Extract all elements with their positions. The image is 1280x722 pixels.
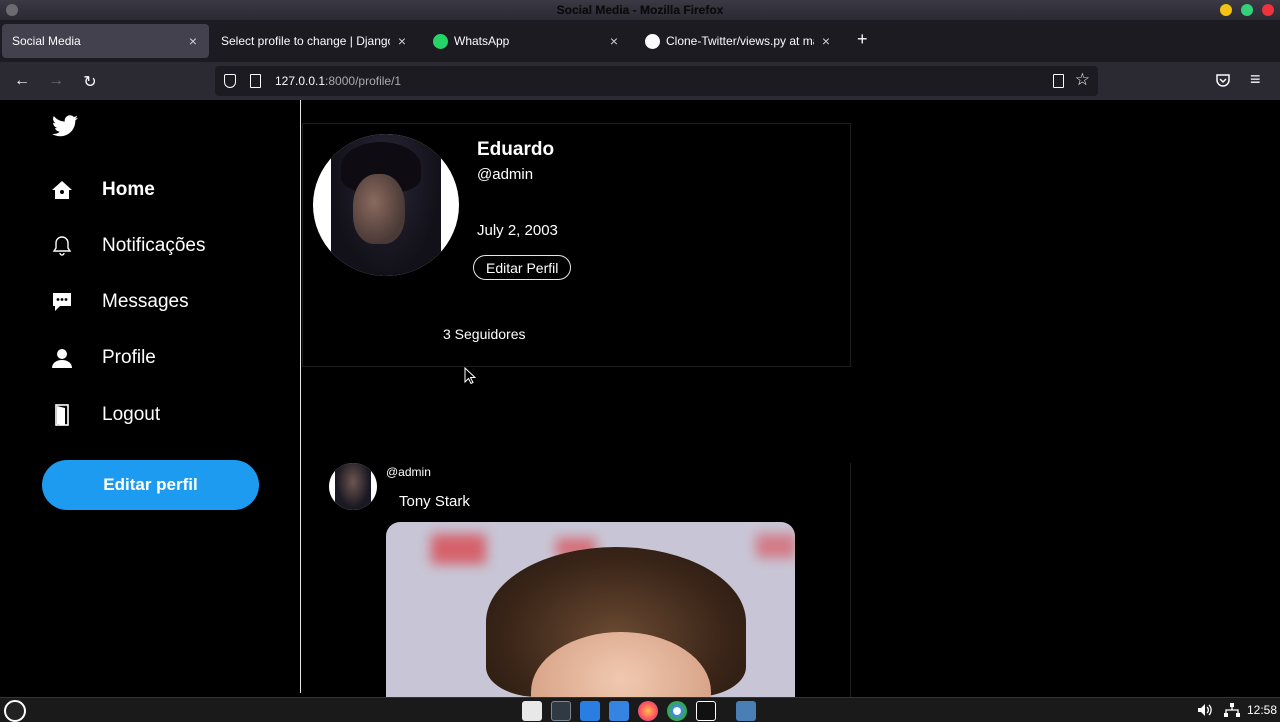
back-button[interactable]: ← (12, 72, 32, 90)
bookmark-star-icon[interactable]: ☆ (1075, 70, 1090, 90)
sidebar-item-logout[interactable]: Logout (50, 403, 160, 427)
tab-label: WhatsApp (454, 34, 510, 48)
door-icon (50, 403, 74, 427)
whatsapp-icon (433, 33, 448, 49)
web-page: Home Notificações Messages Profile Logou (0, 100, 1280, 697)
pocket-icon[interactable] (1215, 72, 1231, 92)
tab-social-media[interactable]: Social Media × (2, 24, 209, 58)
followers-count[interactable]: 3 Seguidores (443, 326, 526, 342)
sidebar-item-label: Home (102, 179, 155, 200)
reader-view-icon[interactable] (1053, 74, 1064, 88)
tab-label: Clone-Twitter/views.py at maste (666, 34, 814, 48)
taskbar: 12:58 (0, 697, 1280, 722)
shield-icon[interactable] (224, 74, 236, 88)
firefox-icon[interactable] (638, 701, 658, 721)
navigation-toolbar: ← → ↻ 127.0.0.1:8000/profile/1 ☆ ≡ (0, 62, 1280, 100)
start-menu-icon[interactable] (4, 700, 26, 722)
tweet: @admin Tony Stark (320, 463, 851, 697)
profile-handle: @admin (477, 166, 534, 183)
sidebar-item-profile[interactable]: Profile (50, 346, 156, 370)
clock[interactable]: 12:58 (1247, 703, 1277, 717)
sidebar-item-label: Messages (102, 291, 189, 312)
window-title: Social Media - Mozilla Firefox (556, 3, 724, 17)
profile-name: Eduardo (477, 139, 555, 160)
sidebar-item-notifications[interactable]: Notificações (50, 234, 206, 258)
reload-button[interactable]: ↻ (80, 72, 100, 92)
edit-profile-button[interactable]: Editar perfil (42, 460, 259, 510)
console-icon[interactable] (696, 701, 716, 721)
sidebar: Home Notificações Messages Profile Logou (0, 100, 301, 693)
twitter-logo-icon[interactable] (52, 115, 78, 137)
tab-github[interactable]: Clone-Twitter/views.py at maste × (635, 24, 842, 58)
new-tab-button[interactable]: + (857, 29, 868, 50)
tab-label: Social Media (12, 34, 81, 48)
volume-icon[interactable] (1197, 703, 1213, 720)
tab-close-icon[interactable]: × (608, 33, 620, 49)
text-editor-icon[interactable] (609, 701, 629, 721)
tweet-text: Tony Stark (399, 493, 470, 510)
tab-close-icon[interactable]: × (187, 33, 199, 49)
sidebar-item-messages[interactable]: Messages (50, 290, 189, 314)
forward-button[interactable]: → (46, 72, 66, 90)
tab-django-admin[interactable]: Select profile to change | Django sit × (211, 24, 418, 58)
terminal-app-icon[interactable] (551, 701, 571, 721)
window-titlebar: Social Media - Mozilla Firefox (0, 0, 1280, 20)
mouse-cursor-icon (464, 367, 476, 385)
url-text[interactable]: 127.0.0.1:8000/profile/1 (275, 74, 401, 88)
tab-whatsapp[interactable]: WhatsApp × (423, 24, 630, 58)
sidebar-item-home[interactable]: Home (50, 178, 155, 202)
bell-icon (50, 234, 74, 258)
url-path: :8000/profile/1 (325, 74, 402, 88)
app-menu-icon[interactable]: ≡ (1250, 69, 1261, 90)
sidebar-item-label: Logout (102, 404, 161, 425)
tweet-avatar[interactable] (329, 463, 377, 510)
close-window-button[interactable] (1262, 4, 1274, 16)
avatar (313, 134, 459, 276)
home-icon (50, 178, 74, 202)
tab-close-icon[interactable]: × (396, 33, 408, 49)
edit-profile-button-small[interactable]: Editar Perfil (473, 255, 572, 280)
tweet-handle[interactable]: @admin (386, 465, 431, 479)
folder-icon[interactable] (736, 701, 756, 721)
profile-card: Eduardo @admin July 2, 2003 Editar Perfi… (302, 123, 851, 367)
document-app-icon[interactable] (580, 701, 600, 721)
minimize-button[interactable] (1220, 4, 1232, 16)
url-host: 127.0.0.1 (275, 74, 326, 88)
maximize-button[interactable] (1241, 4, 1253, 16)
user-icon (50, 346, 74, 370)
sidebar-item-label: Notificações (102, 235, 206, 256)
url-bar[interactable]: 127.0.0.1:8000/profile/1 ☆ (215, 66, 1098, 96)
tab-strip: Social Media × Select profile to change … (0, 20, 1280, 62)
profile-birthday: July 2, 2003 (477, 222, 558, 239)
file-manager-icon[interactable] (522, 701, 542, 721)
tweet-image[interactable] (386, 522, 795, 697)
page-info-icon[interactable] (250, 74, 261, 88)
message-icon (50, 290, 74, 314)
tab-label: Select profile to change | Django sit (221, 34, 390, 48)
chromium-icon[interactable] (667, 701, 687, 721)
network-icon[interactable] (1224, 703, 1240, 720)
tab-close-icon[interactable]: × (820, 33, 832, 49)
sidebar-item-label: Profile (102, 347, 156, 368)
github-icon (645, 33, 660, 49)
